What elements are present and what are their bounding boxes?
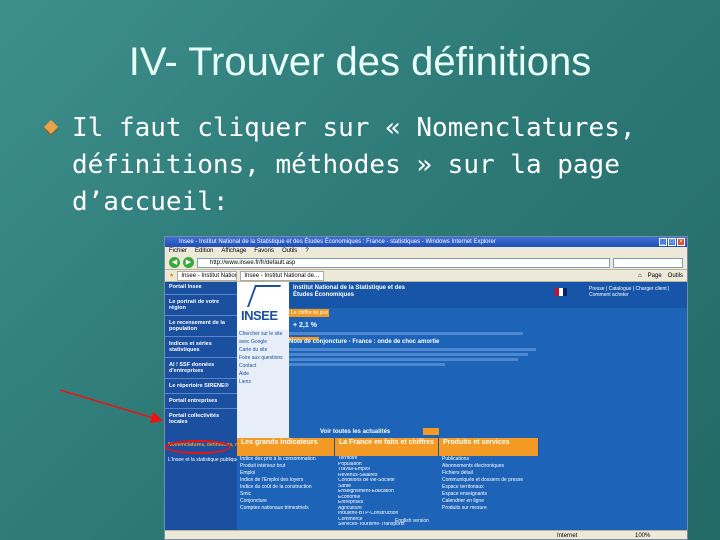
indicators-column: Indice des prix à la consommation Produi… [237,456,335,530]
maximize-icon[interactable]: □ [668,238,676,246]
insee-homepage: Portail Insee Le portrait de votre régio… [165,282,687,530]
site-header: Institut National de la Statistique et d… [289,282,687,308]
favorites-star-icon[interactable]: ★ [169,272,174,279]
url-field[interactable]: http://www.insee.fr/fr/default.asp [197,257,610,268]
menu-fichier[interactable]: Fichier [169,247,187,256]
embedded-browser-screenshot: Insee - Institut National de la Statisti… [164,236,688,540]
link-liens[interactable]: Liens [237,378,289,386]
home-icon[interactable]: ⌂ [638,273,642,279]
minimize-icon[interactable]: _ [659,238,667,246]
forward-icon[interactable]: ▶ [183,257,194,268]
browser-search-field[interactable] [613,257,683,268]
nav-portrait-region[interactable]: Le portrait de votre région [165,297,237,313]
browser-titlebar: Insee - Institut National de la Statisti… [165,237,687,247]
menu-edition[interactable]: Edition [195,247,213,256]
institute-name: Institut National de la Statistique et d… [293,285,406,298]
list-item[interactable]: Espace enseignants [439,491,539,498]
slide-title: IV- Trouver des définitions [128,40,592,84]
nav-indices-series[interactable]: Indices et séries statistiques [165,339,237,355]
insee-logo[interactable]: INSEE [237,282,289,330]
list-item[interactable]: Smic [237,491,335,498]
nav-portail-insee[interactable]: Portail Insee [165,282,237,292]
nav-portail-entreprises[interactable]: Portail entreprises [165,396,237,406]
back-icon[interactable]: ◀ [169,257,180,268]
nav-recensement[interactable]: Le recensement de la population [165,318,237,334]
page-menu[interactable]: Page [648,273,662,279]
list-item[interactable]: Indice de l'Emploi des loyers [237,477,335,484]
nav-sirene[interactable]: Le répertoire SIRENE® [165,381,237,391]
list-item[interactable]: Produit intérieur brut [237,463,335,470]
voir-actualites-link[interactable]: Voir toutes les actualités [320,429,390,435]
tab-1[interactable]: Insee - Institut National de la... [177,270,238,281]
menu-bar: Fichier Edition Affichage Favoris Outils… [165,247,687,256]
header-links[interactable]: Presse | Catalogue | Charger client | Co… [589,286,687,298]
nav-portail-collectivites[interactable]: Portail collectivités locales [165,411,237,427]
list-item[interactable]: Fichiers détail [439,470,539,477]
section-produits-services[interactable]: Produits et services [439,438,539,456]
site-search-column: Chercher sur le site avec Google Carte d… [237,330,289,440]
products-column: Publications Abonnements électroniques F… [439,456,539,530]
link-faq[interactable]: Foire aux questions [237,354,289,362]
menu-affichage[interactable]: Affichage [221,247,246,256]
status-bar: Internet 100% [165,530,687,539]
nav-alissf[interactable]: Al ! SSF données d'entreprises [165,360,237,376]
list-item[interactable]: Indice du coût de la construction [237,484,335,491]
link-carte-site[interactable]: Carte du site [237,346,289,354]
tab-bar: ★ Insee - Institut National de la... Ins… [165,270,687,282]
list-item[interactable]: Produits sur mesure [439,505,539,512]
highlight-oval [165,440,231,454]
tools-menu[interactable]: Outils [668,273,683,279]
zoom-level[interactable]: 100% [635,531,650,539]
list-item[interactable]: Espace territoriaux [439,484,539,491]
list-item[interactable]: Publications [439,456,539,463]
bullet-diamond-icon [43,119,59,135]
note-conjoncture-heading[interactable]: Note de conjoncture - France : onde de c… [289,339,439,345]
section-headers: Les grands indicateurs La France en fait… [165,438,687,456]
rss-badge[interactable] [423,428,439,435]
note-text-lines [289,348,549,368]
menu-favoris[interactable]: Favoris [254,247,274,256]
bullet-text: Il faut cliquer sur « Nomenclatures, déf… [72,113,636,217]
link-insee-statistique[interactable]: L'Insee et la statistique publique [165,457,237,464]
list-item[interactable]: Conjoncture [237,498,335,505]
list-item[interactable]: Indice des prix à la consommation [237,456,335,463]
uk-flag-icon[interactable] [555,288,567,296]
close-icon[interactable]: × [677,238,685,246]
list-item[interactable]: Comptes nationaux trimestriels [237,505,335,512]
chiffre-value: + 2,1 % [293,322,317,329]
menu-help[interactable]: ? [305,247,308,256]
google-search[interactable]: avec Google [237,338,289,346]
window-title: Insee - Institut National de la Statisti… [179,239,496,245]
search-label: Chercher sur le site [239,331,283,337]
link-aide[interactable]: Aide [237,370,289,378]
tab-2[interactable]: Insee - Institut National de... [240,270,325,281]
internet-zone: Internet [557,533,578,539]
chiffre-du-jour-tag: Le chiffre du jour [289,309,329,317]
list-item[interactable]: Calendrier en ligne [439,498,539,505]
link-contact[interactable]: Contact [237,362,289,370]
english-version-link[interactable]: English version [395,518,429,524]
list-item[interactable]: Communiqués et dossiers de presse [439,477,539,484]
section-grands-indicateurs[interactable]: Les grands indicateurs [237,438,335,456]
list-item[interactable]: Abonnements électroniques [439,463,539,470]
address-bar: ◀ ▶ http://www.insee.fr/fr/default.asp [165,256,687,270]
list-item[interactable]: Emploi [237,470,335,477]
section-france-chiffres[interactable]: La France en faits et chiffres [335,438,439,456]
menu-outils[interactable]: Outils [282,247,297,256]
logo-mark-icon [246,285,282,307]
